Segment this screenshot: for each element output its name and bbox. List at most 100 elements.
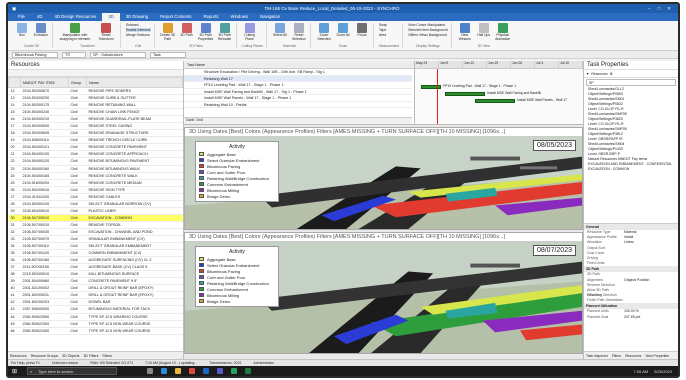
gantt-column-task-name[interactable]: Task Name [187,63,205,67]
tab-gantt[interactable]: Gantt [186,118,194,124]
tab-3d-filters[interactable]: 3D Filters [83,354,98,358]
focus-button[interactable]: Focus [354,23,370,38]
table-row[interactable]: 27 2104.413/01220 Civil REMOVE CABLES [8,193,183,201]
merge-sections-button[interactable]: Merge Sections [126,33,151,37]
tab-windows[interactable]: Windows [225,13,254,21]
3d-viewport-1[interactable]: 3D Using Dates [Best] Colors (Appearance… [184,127,583,230]
col-header[interactable]: Name [86,77,183,88]
3d-scene[interactable]: Activity Aggregate Base Select Granular E… [185,137,582,229]
excel-icon[interactable] [245,368,252,374]
tab-report-contents[interactable]: Report Contents [154,13,197,21]
close-button[interactable]: ✕ [664,6,674,12]
settings-icon[interactable]: ⚙ [610,72,613,76]
taskbar-search-input[interactable]: ⌕ Type here to search [27,367,118,375]
3d-path-properties-button[interactable]: 3D Path Properties [198,23,214,42]
gantt-bar[interactable] [445,92,485,96]
table-row[interactable]: 23 2104.504/00160 Civil REMOVE BITUMINOUS W… [8,165,183,173]
tab-3d-objects[interactable]: 3D Objects [62,354,79,358]
minimize-button[interactable]: – [644,6,654,11]
area-button[interactable]: Area [379,33,387,37]
table-row[interactable]: 32 2106.507/00030 Civil EXCAVATION - CHANNE… [8,228,183,236]
tab-task-inspector[interactable]: Task Inspector [586,354,608,358]
table-row[interactable]: 12 2104.503/00670 Civil REMOVE PIPE SEWERS [8,87,183,96]
table-row[interactable]: 43 2357.506/00030 Civil BITUMINOUS MATERIAL… [8,305,183,314]
task-view-icon[interactable] [147,368,154,374]
subtract-button[interactable]: Subtract [126,23,151,27]
snap-button[interactable]: Snap [379,23,387,27]
tab-3d[interactable]: 3D [102,13,120,21]
table-row[interactable]: 13 2104.503/00230 Civil REMOVE CURB & GUTTE… [8,94,183,103]
table-row[interactable]: 35 2106.507/00120 Civil COMMON EMBANKMENT (… [8,249,183,258]
table-row[interactable]: 39 2301.504/00680 Civil CONCRETE PAVEMENT 9… [8,277,183,286]
tab-resources[interactable]: Resources [625,354,641,358]
filter-icon[interactable]: ▼ [586,72,589,76]
resources-dropdown[interactable]: Resources [591,72,607,76]
table-row[interactable]: 21 2104.504/00130 Civil REMOVE CONCRETE APP… [8,150,183,159]
file-explorer-icon[interactable] [175,368,182,374]
table-row[interactable]: 29 2105.604/00010 Civil PLASTIC LINER [8,207,183,215]
create-3d-path-button[interactable]: Create 3D Path [160,23,176,42]
3d-viewport-2[interactable]: 3D Using Dates [Best] Colors (Appearance… [184,232,583,354]
clock-date[interactable]: 5/26/2023 [654,369,672,374]
properties-search-input[interactable]: SP [586,79,676,86]
table-row[interactable]: 41 2301.602/00011 Civil DRILL & GROUT REINF… [8,291,183,300]
table-row[interactable]: 15 2104.503/00240 Civil REMOVE CHAIN LINK F… [8,108,183,117]
table-row[interactable]: 19 2104.506/00110 Civil REMOVE TRENCH CIRCL… [8,136,183,145]
tape-button[interactable]: Tape [379,28,387,32]
property-value[interactable]: 207.69 pct [624,315,678,320]
manipulator-button[interactable]: Manipulator with snapping to element [58,23,92,42]
new-window-button[interactable]: New Window [457,23,473,42]
maximize-button[interactable]: □ [654,6,664,11]
synchro-icon[interactable] [231,368,238,374]
clock-time[interactable]: 7:06 AM [634,369,649,374]
tab-filters[interactable]: Filters [102,354,112,358]
tab-navigation[interactable]: Navigation [254,13,286,21]
teams-icon[interactable] [217,368,224,374]
tab-3d-drawing[interactable]: 3D Drawing [120,13,154,21]
edge-icon[interactable] [161,368,168,374]
filter-select[interactable]: TS [62,51,86,58]
table-row[interactable]: 20 2104.504/00121 Civil REMOVE CONCRETE PAV… [8,143,183,152]
tab-file[interactable]: File [12,13,31,21]
table-row[interactable]: 34 2106.507/00110 Civil SELECT GRANULAR EMB… [8,242,183,251]
zoom-all-button[interactable]: Zoom All [335,23,351,38]
tab-4d[interactable]: 4D [31,13,49,21]
gantt-bar[interactable] [475,99,515,103]
table-row[interactable]: 37 2211.507/00155 Civil AGGREGATE BASE (CV)… [8,263,183,272]
tab-view-properties[interactable]: View Properties [645,354,669,358]
3d-scene[interactable]: Activity Aggregate Base Select Granular E… [185,242,582,353]
extrusion-button[interactable]: Extrusion [33,23,49,38]
enable-intersect-button[interactable]: Enable Intersect [126,28,151,32]
table-row[interactable]: 16 2104.503/00210 Civil REMOVE GUARDRAIL-PL… [8,115,183,124]
tree-item[interactable]: EXCAVATION - COMMON [588,167,678,172]
tab-reports[interactable]: Reports [197,13,224,21]
windows-start-icon[interactable]: ⊞ [12,368,17,375]
property-value[interactable] [624,298,678,303]
app-menu-icon[interactable]: ▣ [12,6,20,12]
tab-4d-design-resources[interactable]: 4D Design Resources [48,13,102,21]
tab-grid[interactable]: Grid [196,118,202,124]
tab-resource-groups[interactable]: Resource Groups [31,354,58,358]
col-header[interactable] [8,77,21,88]
table-row[interactable]: 28 2104.503/00120 Civil SELECT GRANULAR BOR… [8,200,183,208]
reset-transform-button[interactable]: Reset Transform [95,23,117,42]
col-header[interactable]: MMDOT PAY ITEM [20,77,69,88]
tab-filters[interactable]: Filters [612,354,621,358]
table-row[interactable]: 24 2104.504/00165 Civil REMOVE CONCRETE WAL… [8,172,183,180]
table-row[interactable]: 31 2106.507/00010 Civil REMOVE TOPSOIL [8,221,183,229]
table-row[interactable]: 30 2106.507/00010 Civil EXCAVATION - COMMON [8,214,183,222]
reset-selection-button[interactable]: Reset Selection [291,23,307,42]
3d-path-relocate-button[interactable]: 3D Path Relocate [217,23,233,42]
col-header[interactable]: Group [68,77,87,88]
hall-ups-button[interactable]: Hall Ups [476,23,492,38]
table-row[interactable]: 26 2104.502/00016 Civil REMOVE SIGN TYPE [8,186,183,194]
table-row[interactable]: 14 2104.503/00175 Civil REMOVE RETAINING WA… [8,101,183,110]
gantt-task-row[interactable]: Retaining Wall 10 - Partial [184,102,412,108]
box-button[interactable]: Box [14,23,30,38]
table-row[interactable]: 38 2215.503/00010 Civil MILL BITUMINOUS SUR… [8,270,183,279]
tab-resources[interactable]: Resources [10,354,27,358]
chrome-icon[interactable] [189,368,196,374]
gliffen-views-background-toggle[interactable]: Gliffen Views Background [408,33,448,37]
table-row[interactable]: 17 2104.503/00630 Civil REMOVE STEEL CASING [8,122,183,131]
table-row[interactable]: 46 2360.509/22400 Civil TYPE SP 12.5 NON WE… [8,327,183,335]
